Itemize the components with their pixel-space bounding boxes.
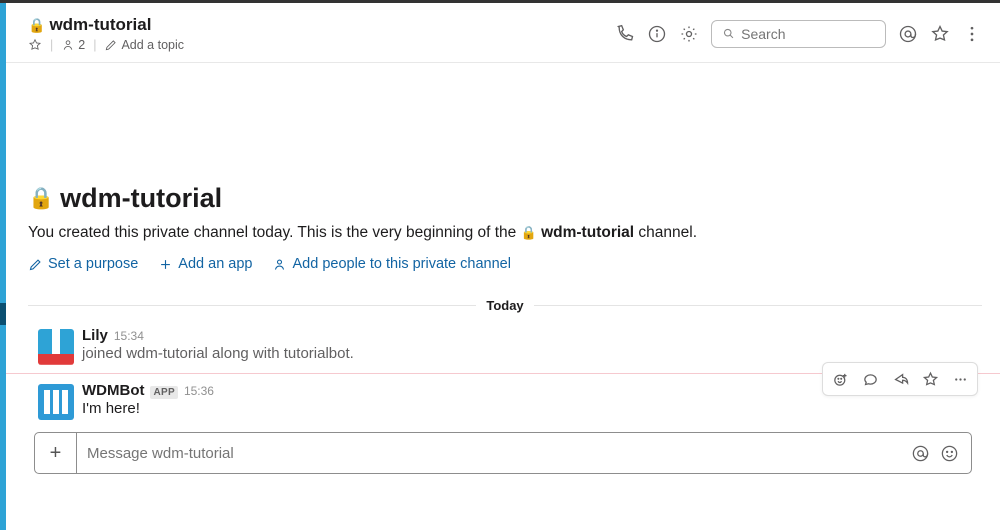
meta-separator: | <box>50 38 53 52</box>
gear-icon[interactable] <box>679 24 699 44</box>
message-list: Lily 15:34 joined wdm-tutorial along wit… <box>6 313 1000 424</box>
channel-title[interactable]: 🔒 wdm-tutorial <box>28 15 615 35</box>
channel-intro: 🔒 wdm-tutorial You created this private … <box>6 63 1000 286</box>
mention-icon[interactable] <box>911 444 930 463</box>
search-input[interactable] <box>741 26 875 42</box>
message-time: 15:34 <box>114 329 144 343</box>
star-icon[interactable] <box>930 24 950 44</box>
plus-icon <box>158 257 173 272</box>
set-purpose-button[interactable]: Set a purpose <box>28 256 138 272</box>
message-user[interactable]: WDMBot <box>82 382 144 399</box>
emoji-icon[interactable] <box>940 444 959 463</box>
intro-desc-channel: wdm-tutorial <box>541 224 634 241</box>
message-text: I'm here! <box>82 400 982 417</box>
add-topic-label: Add a topic <box>121 38 184 52</box>
channel-meta: | 2 | Add a topic <box>28 38 615 52</box>
person-icon <box>61 38 75 52</box>
channel-title-block: 🔒 wdm-tutorial | 2 | Add a topic <box>28 15 615 52</box>
lock-icon: 🔒 <box>521 225 537 240</box>
more-icon[interactable] <box>962 24 982 44</box>
star-icon <box>28 38 42 52</box>
set-purpose-label: Set a purpose <box>48 256 138 272</box>
composer-attach-button[interactable]: + <box>35 433 77 473</box>
lock-icon: 🔒 <box>28 17 45 34</box>
star-icon <box>922 371 939 388</box>
mention-icon[interactable] <box>898 24 918 44</box>
more-actions-button[interactable] <box>945 365 975 393</box>
pencil-icon <box>28 257 43 272</box>
search-icon <box>722 26 735 41</box>
divider-line <box>28 305 476 306</box>
channel-name: wdm-tutorial <box>49 15 151 35</box>
intro-links: Set a purpose Add an app Add people to t… <box>28 256 978 272</box>
member-count-button[interactable]: 2 <box>61 38 85 52</box>
avatar[interactable] <box>38 384 74 420</box>
avatar[interactable] <box>38 329 74 365</box>
date-divider: Today <box>28 298 982 313</box>
pencil-icon <box>104 38 118 52</box>
channel-header: 🔒 wdm-tutorial | 2 | Add a topic <box>6 3 1000 63</box>
app-badge: APP <box>150 386 177 399</box>
meta-separator: | <box>93 38 96 52</box>
add-people-label: Add people to this private channel <box>292 256 510 272</box>
message-highlight-wrap: WDMBot APP 15:36 I'm here! <box>6 373 1000 424</box>
more-icon <box>952 371 969 388</box>
thread-icon <box>862 371 879 388</box>
thread-button[interactable] <box>855 365 885 393</box>
info-icon[interactable] <box>647 24 667 44</box>
phone-icon[interactable] <box>615 24 635 44</box>
star-message-button[interactable] <box>915 365 945 393</box>
body-area: 🔒 wdm-tutorial You created this private … <box>6 63 1000 530</box>
composer-right-icons <box>911 444 971 463</box>
intro-title-text: wdm-tutorial <box>60 183 222 214</box>
intro-desc-prefix: You created this private channel today. … <box>28 224 521 241</box>
add-topic-button[interactable]: Add a topic <box>104 38 184 52</box>
message-row[interactable]: WDMBot APP 15:36 I'm here! <box>6 378 1000 424</box>
divider-label: Today <box>476 298 533 313</box>
message-user[interactable]: Lily <box>82 327 108 344</box>
person-icon <box>272 257 287 272</box>
intro-desc-suffix: channel. <box>634 224 697 241</box>
main-pane: 🔒 wdm-tutorial | 2 | Add a topic <box>6 3 1000 530</box>
message-composer: + <box>34 432 972 474</box>
composer-input[interactable] <box>77 445 911 462</box>
message-hover-actions <box>822 362 978 396</box>
message-text: joined wdm-tutorial along with tutorialb… <box>82 345 982 362</box>
star-channel-button[interactable] <box>28 38 42 52</box>
add-reaction-icon <box>832 371 849 388</box>
lock-icon: 🔒 <box>28 187 54 211</box>
intro-title: 🔒 wdm-tutorial <box>28 183 978 214</box>
message-time: 15:36 <box>184 384 214 398</box>
search-box[interactable] <box>711 20 886 48</box>
divider-line <box>534 305 982 306</box>
add-reaction-button[interactable] <box>825 365 855 393</box>
member-count: 2 <box>78 38 85 52</box>
share-button[interactable] <box>885 365 915 393</box>
share-icon <box>892 371 909 388</box>
intro-description: You created this private channel today. … <box>28 224 978 242</box>
add-app-label: Add an app <box>178 256 252 272</box>
header-actions <box>615 20 982 48</box>
add-people-button[interactable]: Add people to this private channel <box>272 256 510 272</box>
add-app-button[interactable]: Add an app <box>158 256 252 272</box>
message-body: Lily 15:34 joined wdm-tutorial along wit… <box>82 327 982 365</box>
